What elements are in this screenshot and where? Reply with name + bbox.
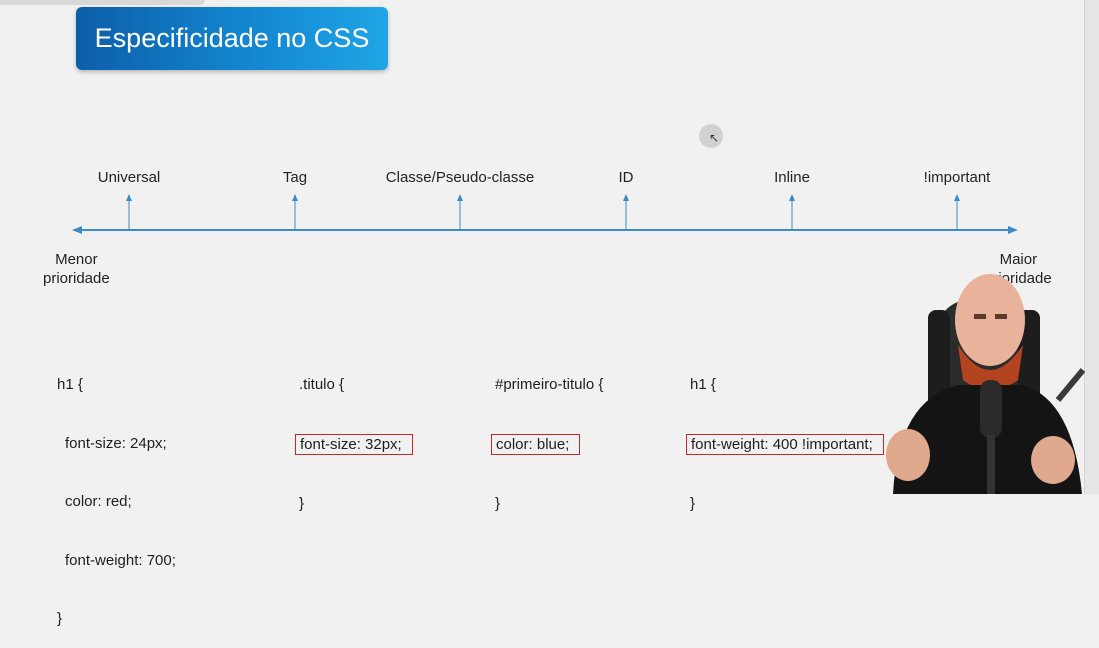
axis-arrow-left-icon <box>72 226 82 234</box>
code-line: font-weight: 700; <box>65 551 176 569</box>
code-selector: h1 { <box>690 376 716 393</box>
axis-arrow-right-icon <box>1008 226 1018 234</box>
tick-arrow-icon <box>457 194 463 201</box>
code-close-brace: } <box>690 495 696 512</box>
level-id: ID <box>618 169 634 186</box>
code-example-universal: h1 { font-size: 24px; color: red; font-w… <box>57 336 176 648</box>
level-important: !important <box>923 169 991 186</box>
highlighted-declaration: font-size: 32px; <box>295 433 413 455</box>
code-example-class: .titulo { font-size: 32px; } <box>295 336 413 533</box>
presenter-avatar-icon <box>886 274 1085 494</box>
code-selector: .titulo { <box>299 376 345 393</box>
tick-arrow-icon <box>789 194 795 201</box>
code-example-id: #primeiro-titulo { color: blue; } <box>491 336 604 533</box>
level-inline: Inline <box>774 169 810 186</box>
code-example-important: h1 { font-weight: 400 !important; } <box>686 336 884 533</box>
highlighted-declaration: color: blue; <box>491 433 581 455</box>
tick-arrow-icon <box>954 194 960 201</box>
tick-arrow-icon <box>623 194 629 201</box>
low-priority-label: Menor prioridade <box>43 250 110 288</box>
highlighted-declaration: font-weight: 400 !important; <box>686 433 884 455</box>
code-close-brace: } <box>57 610 63 627</box>
code-selector: #primeiro-titulo { <box>495 376 604 393</box>
code-close-brace: } <box>299 495 305 512</box>
low-priority-word-1: Menor <box>55 251 98 268</box>
tick-arrow-icon <box>126 194 132 201</box>
tick-arrow-icon <box>292 194 298 201</box>
code-line: color: red; <box>65 493 132 510</box>
code-selector: h1 { <box>57 376 83 393</box>
level-class: Classe/Pseudo-classe <box>385 169 535 186</box>
low-priority-word-2: prioridade <box>43 270 110 287</box>
code-line: font-size: 24px; <box>65 434 167 452</box>
presenter-webcam <box>868 250 1085 494</box>
level-tag: Tag <box>282 169 308 186</box>
level-universal: Universal <box>97 169 161 186</box>
code-close-brace: } <box>495 495 501 512</box>
